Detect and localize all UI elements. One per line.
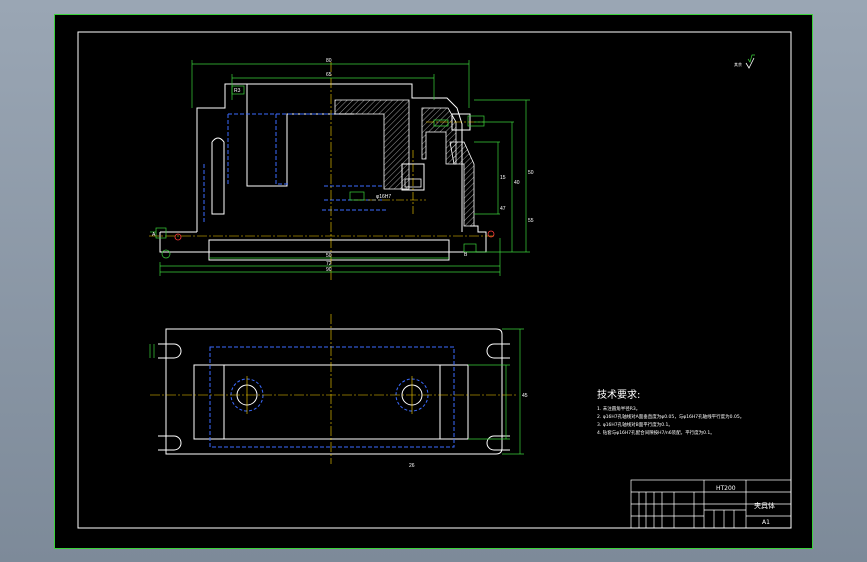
drawing-sheet: 其余 80 65 R3 φ16H7 50 40 15 47 55 50 72 9… xyxy=(54,14,813,549)
svg-text:A1: A1 xyxy=(762,519,770,526)
svg-text:50: 50 xyxy=(528,170,534,176)
svg-text:夹具体: 夹具体 xyxy=(754,501,775,510)
svg-text:90: 90 xyxy=(326,267,332,273)
svg-text:其余: 其余 xyxy=(734,61,742,67)
cad-drawing-canvas[interactable]: 其余 80 65 R3 φ16H7 50 40 15 47 55 50 72 9… xyxy=(54,14,813,549)
svg-text:1. 未注圆角半径R3。: 1. 未注圆角半径R3。 xyxy=(597,405,640,412)
svg-text:A: A xyxy=(152,232,156,238)
svg-text:HT200: HT200 xyxy=(716,485,736,492)
svg-text:3. φ16H7孔轴线对B面平行度为0.1。: 3. φ16H7孔轴线对B面平行度为0.1。 xyxy=(597,421,673,428)
svg-text:47: 47 xyxy=(500,206,506,212)
technical-requirements: 技术要求: 1. 未注圆角半径R3。 2. φ16H7孔轴线对A面垂直度为φ0.… xyxy=(597,388,744,436)
front-view xyxy=(149,62,495,282)
svg-text:R3: R3 xyxy=(234,88,241,94)
svg-text:φ16H7: φ16H7 xyxy=(376,194,391,200)
roughness-symbol: 其余 xyxy=(734,54,755,69)
svg-text:B: B xyxy=(464,252,468,258)
svg-text:80: 80 xyxy=(326,58,332,64)
svg-text:40: 40 xyxy=(514,180,520,186)
plan-view xyxy=(150,314,516,464)
svg-text:50: 50 xyxy=(326,253,332,259)
title-block-text: HT200 夹具体 A1 xyxy=(716,485,775,526)
svg-text:4. 钻套与φ16H7孔配合间隙按H7/n6装配，平行度为0: 4. 钻套与φ16H7孔配合间隙按H7/n6装配，平行度为0.1。 xyxy=(597,429,715,436)
outer-border xyxy=(54,14,813,549)
svg-text:45: 45 xyxy=(522,393,528,399)
svg-text:26: 26 xyxy=(409,463,415,469)
svg-text:2. φ16H7孔轴线对A面垂直度为φ0.05，与φ16H7: 2. φ16H7孔轴线对A面垂直度为φ0.05，与φ16H7孔轴线平行度为0.0… xyxy=(597,413,744,420)
svg-text:技术要求:: 技术要求: xyxy=(597,388,640,401)
svg-text:65: 65 xyxy=(326,72,332,78)
svg-text:55: 55 xyxy=(528,218,534,224)
svg-text:15: 15 xyxy=(500,175,506,181)
